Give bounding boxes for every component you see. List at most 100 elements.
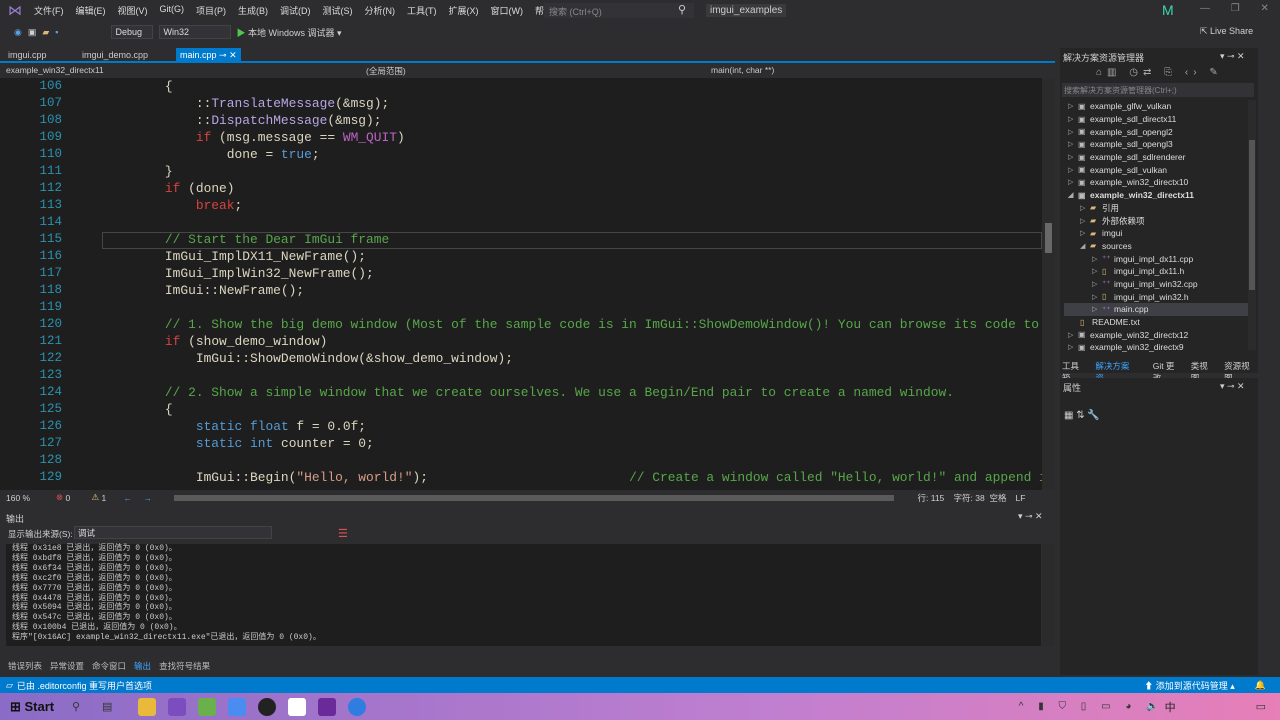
zoom-level[interactable]: 160 % [6, 493, 56, 503]
tree-item[interactable]: ▷ ▣ example_sdl_vulkan [1064, 163, 1248, 176]
menu-item[interactable]: 视图(V) [112, 4, 154, 17]
tab-imgui-cpp[interactable]: imgui.cpp [4, 48, 51, 62]
app-icon[interactable] [348, 697, 366, 716]
menu-item[interactable]: 测试(S) [317, 4, 359, 17]
tree-item[interactable]: ▷ ▣ example_sdl_sdlrenderer [1064, 151, 1248, 164]
expand-arrow-icon[interactable]: ▷ [1068, 102, 1078, 110]
tree-item[interactable]: ▷ ▣ example_sdl_opengl3 [1064, 138, 1248, 151]
source-control-button[interactable]: ⬆ 添加到源代码管理 ▴ [1144, 679, 1235, 692]
tree-item[interactable]: ▷ ⁺⁺ main.cpp [1064, 303, 1248, 316]
pin-icon[interactable]: ⊸ [219, 50, 227, 60]
platform-dropdown[interactable]: Win32 [158, 25, 231, 39]
minimize-button[interactable]: — [1200, 3, 1210, 14]
member-dropdown[interactable]: main(int, char **) [711, 65, 774, 75]
solution-explorer-controls[interactable]: ▾ ⊸ ✕ [1220, 51, 1245, 62]
recorder-icon[interactable] [258, 697, 276, 716]
expand-arrow-icon[interactable]: ▷ [1080, 229, 1090, 237]
menu-item[interactable]: 文件(F) [28, 4, 70, 17]
new-project-icon[interactable]: ▣ [28, 27, 37, 38]
nav-back-icon[interactable]: ← [124, 493, 144, 503]
expand-arrow-icon[interactable]: ▷ [1092, 280, 1102, 288]
menu-item[interactable]: Git(G) [154, 4, 191, 17]
search-input[interactable]: 搜索 (Ctrl+Q) [544, 3, 694, 18]
menu-item[interactable]: 工具(T) [401, 4, 443, 17]
tree-item[interactable]: ▷ ⁺⁺ imgui_impl_dx11.cpp [1064, 252, 1248, 265]
expand-arrow-icon[interactable]: ▷ [1092, 255, 1102, 263]
output-source-dropdown[interactable]: 调试 [74, 526, 272, 539]
expand-arrow-icon[interactable]: ▷ [1068, 140, 1078, 148]
account-avatar[interactable]: M [1162, 2, 1174, 18]
expand-arrow-icon[interactable]: ◢ [1068, 191, 1078, 199]
tree-item[interactable]: ▷ ▰ 引用 [1064, 202, 1248, 215]
menu-item[interactable]: 调试(D) [274, 4, 317, 17]
start-button[interactable]: ⊞ Start [10, 699, 72, 715]
menu-item[interactable]: 生成(B) [232, 4, 274, 17]
tool-tab[interactable]: 输出 [134, 660, 151, 672]
solution-scrollbar[interactable] [1248, 100, 1256, 350]
notification-icon[interactable]: 🔔 [1255, 680, 1266, 691]
live-share-button[interactable]: ⇱ Live Share [1200, 26, 1253, 37]
tree-item[interactable]: ▷ ▣ example_win32_directx12 [1064, 328, 1248, 341]
expand-arrow-icon[interactable]: ▷ [1068, 128, 1078, 136]
app-icon[interactable] [288, 697, 306, 716]
properties-toolbar[interactable]: ▦ ⇅ 🔧 [1064, 410, 1100, 421]
expand-arrow-icon[interactable]: ▷ [1068, 166, 1078, 174]
file-explorer-icon[interactable] [138, 697, 156, 716]
tree-item[interactable]: ◢ ▣ example_win32_directx11 [1064, 189, 1248, 202]
tree-item[interactable]: ▷ ▯ imgui_impl_dx11.h [1064, 265, 1248, 278]
expand-arrow-icon[interactable]: ▷ [1068, 343, 1078, 351]
tree-item[interactable]: ▯ README.txt [1064, 316, 1248, 329]
clear-all-icon[interactable]: ☰ [338, 527, 348, 540]
menu-item[interactable]: 编辑(E) [70, 4, 112, 17]
app-icon[interactable] [318, 697, 336, 716]
properties-controls[interactable]: ▾ ⊸ ✕ [1220, 381, 1245, 392]
action-center-icon[interactable]: ▭ [1256, 700, 1266, 713]
expand-arrow-icon[interactable]: ◢ [1080, 242, 1090, 250]
menu-item[interactable]: 项目(P) [190, 4, 232, 17]
expand-arrow-icon[interactable]: ▷ [1068, 115, 1078, 123]
expand-arrow-icon[interactable]: ▷ [1068, 153, 1078, 161]
tree-item[interactable]: ◢ ▰ sources [1064, 240, 1248, 253]
solution-toolbar[interactable]: ⌂▥ ◷⇄ ⎘ ‹› ✎ [1096, 67, 1223, 78]
close-tab-icon[interactable]: ✕ [229, 50, 237, 60]
config-dropdown[interactable]: Debug [110, 25, 153, 39]
solution-search-input[interactable]: 搜索解决方案资源管理器(Ctrl+;) [1062, 83, 1254, 97]
tree-item[interactable]: ▷ ▣ example_glfw_vulkan [1064, 100, 1248, 113]
project-dropdown[interactable]: example_win32_directx11 [6, 65, 104, 75]
tree-item[interactable]: ▷ ▰ imgui [1064, 227, 1248, 240]
menu-item[interactable]: 扩展(X) [443, 4, 485, 17]
maximize-button[interactable]: ❐ [1231, 3, 1240, 14]
tool-tab[interactable]: 异常设置 [50, 660, 84, 672]
tree-item[interactable]: ▷ ▰ 外部依赖项 [1064, 214, 1248, 227]
expand-arrow-icon[interactable]: ▷ [1068, 331, 1078, 339]
editor-scrollbar[interactable] [1042, 78, 1055, 490]
app-icon[interactable] [228, 697, 246, 716]
menu-item[interactable]: 分析(N) [359, 4, 402, 17]
tab-imgui-demo-cpp[interactable]: imgui_demo.cpp [78, 48, 152, 62]
expand-arrow-icon[interactable]: ▷ [1080, 217, 1090, 225]
app-icon[interactable] [198, 697, 216, 716]
expand-arrow-icon[interactable]: ▷ [1092, 293, 1102, 301]
output-panel-controls[interactable]: ▾ ⊸ ✕ [1018, 511, 1043, 522]
search-taskbar-icon[interactable]: ⚲ [72, 700, 102, 713]
system-tray[interactable]: ^ ▮ ⛉ ▯ ▭ ◕ 🔈 [1019, 701, 1165, 712]
tool-tab[interactable]: 查找符号结果 [159, 660, 210, 672]
output-scrollbar[interactable] [1042, 544, 1054, 646]
tree-item[interactable]: ▷ ▣ example_sdl_directx11 [1064, 113, 1248, 126]
ime-indicator[interactable]: 中 [1165, 699, 1176, 715]
expand-arrow-icon[interactable]: ▷ [1080, 204, 1090, 212]
tool-tab[interactable]: 错误列表 [8, 660, 42, 672]
run-button[interactable]: ▶ 本地 Windows 调试器 ▾ [237, 26, 342, 39]
menu-item[interactable]: 窗口(W) [485, 4, 530, 17]
tree-item[interactable]: ▷ ▣ example_sdl_opengl2 [1064, 125, 1248, 138]
back-icon[interactable]: ◉ [14, 27, 22, 38]
task-view-icon[interactable]: ▤ [102, 700, 132, 713]
expand-arrow-icon[interactable]: ▷ [1068, 178, 1078, 186]
tree-item[interactable]: ▷ ▯ imgui_impl_win32.h [1064, 290, 1248, 303]
code-editor[interactable]: 106 {107 ::TranslateMessage(&msg); 108 ::… [0, 78, 1042, 490]
tree-item[interactable]: ▷ ▣ example_win32_directx9 [1064, 341, 1248, 354]
save-icon[interactable]: ▪ [55, 27, 58, 37]
open-icon[interactable]: ▰ [42, 27, 49, 38]
visual-studio-icon[interactable] [168, 697, 186, 716]
scope-dropdown[interactable]: (全局范围) [366, 65, 406, 77]
